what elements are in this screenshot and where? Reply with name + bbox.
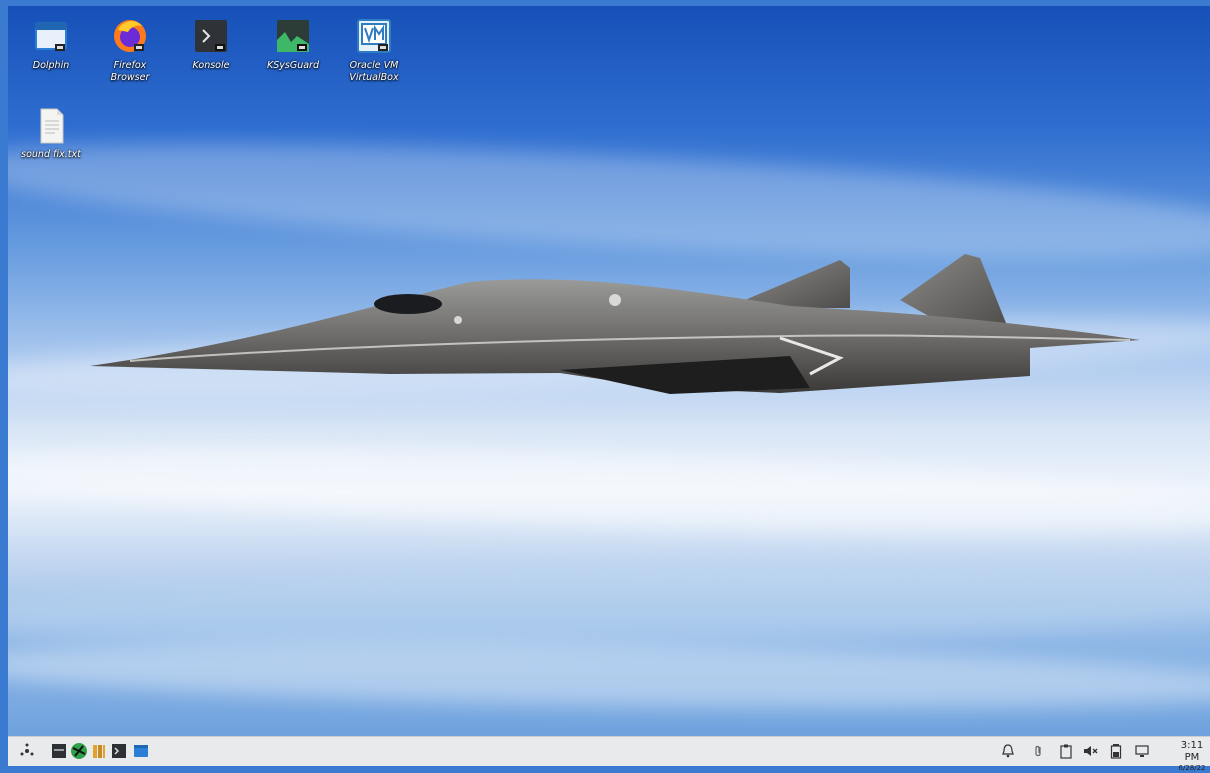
desktop-icon-virtualbox[interactable]: Oracle VM VirtualBox xyxy=(338,16,410,84)
battery-tray-button[interactable] xyxy=(1108,743,1124,759)
system-monitor-icon xyxy=(273,16,313,56)
folder-icon xyxy=(31,16,71,56)
folder-icon xyxy=(134,745,148,757)
desktop-icon-label: KSysGuard xyxy=(267,60,319,71)
notifications-tray-button[interactable] xyxy=(1000,743,1016,759)
attachments-tray-button[interactable] xyxy=(1030,743,1046,759)
desktop-icon-label: Dolphin xyxy=(32,60,70,71)
desktop-icon-label: Konsole xyxy=(192,60,230,71)
terminal-launcher-button[interactable] xyxy=(110,742,128,760)
desktop-icon-label: Oracle VM VirtualBox xyxy=(349,60,399,83)
desktop-icon-dolphin[interactable]: Dolphin xyxy=(15,16,87,72)
desktop-icon-konsole[interactable]: Konsole xyxy=(175,16,247,72)
desktop-icon-sound-fix-txt[interactable]: sound fix.txt xyxy=(15,105,87,161)
terminal-icon xyxy=(191,16,231,56)
browser-launcher-button[interactable] xyxy=(70,742,88,760)
cloud-band xyxy=(8,634,1210,718)
clipboard-icon xyxy=(1060,744,1072,759)
bell-icon xyxy=(1002,744,1014,758)
paperclip-icon xyxy=(1035,745,1041,757)
virtualbox-icon xyxy=(354,16,394,56)
clipboard-tray-button[interactable] xyxy=(1058,743,1074,759)
application-launcher-button[interactable] xyxy=(18,742,36,760)
firefox-icon xyxy=(110,16,150,56)
globe-icon xyxy=(71,743,87,759)
cloud-band xyxy=(8,432,1210,550)
monitor-icon xyxy=(1135,745,1149,757)
file-manager-launcher-button[interactable] xyxy=(132,742,150,760)
desktop-icon-label: Firefox Browser xyxy=(110,60,150,83)
desktop-icon-ksysguard[interactable]: KSysGuard xyxy=(257,16,329,72)
library-icon xyxy=(93,745,105,758)
desktop-icon-label: sound fix.txt xyxy=(21,149,81,160)
show-desktop-button[interactable] xyxy=(50,742,68,760)
battery-icon xyxy=(1110,744,1122,759)
kde-launcher-icon xyxy=(20,743,34,756)
desktop-icon-firefox[interactable]: Firefox Browser xyxy=(94,16,166,84)
clock[interactable]: 3:11 PM 6/28/22 xyxy=(1174,740,1210,773)
network-tray-button[interactable] xyxy=(1134,743,1150,759)
volume-tray-button[interactable] xyxy=(1082,743,1098,759)
clock-date: 6/28/22 xyxy=(1178,764,1206,772)
wallpaper-jet-image xyxy=(90,254,1140,394)
cloud-band xyxy=(8,554,1210,658)
text-file-icon xyxy=(31,105,71,145)
show-desktop-icon xyxy=(52,744,66,758)
speaker-muted-icon xyxy=(1084,746,1098,756)
terminal-icon xyxy=(112,744,126,758)
clock-time: 3:11 PM xyxy=(1180,740,1204,763)
files-launcher-button[interactable] xyxy=(90,742,108,760)
taskbar: 3:11 PM 6/28/22 xyxy=(8,736,1210,772)
